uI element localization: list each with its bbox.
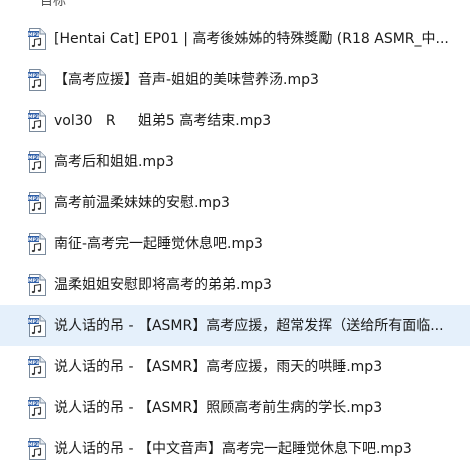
mp3-icon-label: MP3 bbox=[28, 31, 39, 37]
mp3-icon-label: MP3 bbox=[28, 113, 39, 119]
file-row[interactable]: MP3 温柔姐姐安慰即将高考的弟弟.mp3 bbox=[0, 264, 470, 305]
mp3-file-icon: MP3 bbox=[28, 437, 46, 460]
mp3-icon-label: MP3 bbox=[28, 154, 39, 160]
mp3-file-icon: MP3 bbox=[28, 232, 46, 255]
file-name: 高考前温柔妹妹的安慰.mp3 bbox=[54, 194, 230, 211]
file-row[interactable]: MP3 vol30 R 姐弟5 高考结束.mp3 bbox=[0, 100, 470, 141]
file-name: 温柔姐姐安慰即将高考的弟弟.mp3 bbox=[54, 276, 272, 293]
file-row[interactable]: MP3 【高考应援】音声-姐姐的美味营养汤.mp3 bbox=[0, 59, 470, 100]
file-name: 说人话的吊 - 【ASMR】高考应援，雨天的哄睡.mp3 bbox=[54, 358, 383, 375]
file-row[interactable]: MP3 说人话的吊 - 【ASMR】高考应援，超常发挥（送给所有面临... bbox=[0, 305, 470, 346]
mp3-icon-label: MP3 bbox=[28, 400, 39, 406]
mp3-icon-label: MP3 bbox=[28, 441, 39, 447]
file-row[interactable]: MP3 南征-高考完一起睡觉休息吧.mp3 bbox=[0, 223, 470, 264]
mp3-file-icon: MP3 bbox=[28, 109, 46, 132]
column-header-fragment: 目标 bbox=[40, 0, 67, 9]
mp3-file-icon: MP3 bbox=[28, 314, 46, 337]
mp3-icon-label: MP3 bbox=[28, 72, 39, 78]
file-row[interactable]: MP3 说人话的吊 - 【ASMR】高考应援，雨天的哄睡.mp3 bbox=[0, 346, 470, 387]
mp3-file-icon: MP3 bbox=[28, 355, 46, 378]
mp3-file-icon: MP3 bbox=[28, 273, 46, 296]
mp3-icon-label: MP3 bbox=[28, 195, 39, 201]
mp3-file-icon: MP3 bbox=[28, 396, 46, 419]
file-name: 南征-高考完一起睡觉休息吧.mp3 bbox=[54, 235, 263, 252]
mp3-file-icon: MP3 bbox=[28, 68, 46, 91]
mp3-icon-label: MP3 bbox=[28, 236, 39, 242]
mp3-file-icon: MP3 bbox=[28, 150, 46, 173]
file-name: 【高考应援】音声-姐姐的美味营养汤.mp3 bbox=[54, 71, 319, 88]
mp3-file-icon: MP3 bbox=[28, 191, 46, 214]
file-list: MP3 [Hentai Cat] EP01 | 高考後姊姊的特殊獎勵 (R18 … bbox=[0, 18, 470, 469]
mp3-file-icon: MP3 bbox=[28, 27, 46, 50]
file-row[interactable]: MP3 高考前温柔妹妹的安慰.mp3 bbox=[0, 182, 470, 223]
file-name: 说人话的吊 - 【ASMR】高考应援，超常发挥（送给所有面临... bbox=[54, 317, 444, 334]
file-row[interactable]: MP3 说人话的吊 - 【ASMR】照顾高考前生病的学长.mp3 bbox=[0, 387, 470, 428]
file-row[interactable]: MP3 [Hentai Cat] EP01 | 高考後姊姊的特殊獎勵 (R18 … bbox=[0, 18, 470, 59]
file-name: 说人话的吊 - 【中文音声】高考完一起睡觉休息下吧.mp3 bbox=[54, 440, 412, 457]
file-name: 高考后和姐姐.mp3 bbox=[54, 153, 174, 170]
file-name: 说人话的吊 - 【ASMR】照顾高考前生病的学长.mp3 bbox=[54, 399, 383, 416]
mp3-icon-label: MP3 bbox=[28, 318, 39, 324]
mp3-icon-label: MP3 bbox=[28, 359, 39, 365]
file-name: [Hentai Cat] EP01 | 高考後姊姊的特殊獎勵 (R18 ASMR… bbox=[54, 30, 449, 47]
mp3-icon-label: MP3 bbox=[28, 277, 39, 283]
file-row[interactable]: MP3 说人话的吊 - 【中文音声】高考完一起睡觉休息下吧.mp3 bbox=[0, 428, 470, 469]
file-name: vol30 R 姐弟5 高考结束.mp3 bbox=[54, 112, 272, 129]
file-row[interactable]: MP3 高考后和姐姐.mp3 bbox=[0, 141, 470, 182]
